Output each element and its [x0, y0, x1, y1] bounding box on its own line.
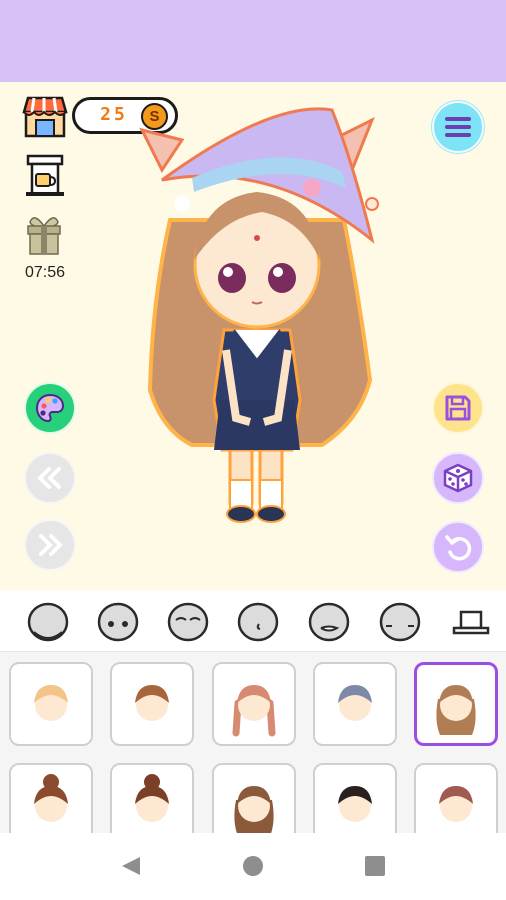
- menu-button[interactable]: [432, 101, 484, 153]
- item-tile[interactable]: [414, 763, 498, 833]
- recent-apps-icon[interactable]: [365, 856, 385, 876]
- back-icon[interactable]: [120, 855, 142, 877]
- machine-icon[interactable]: [22, 152, 68, 198]
- character-avatar: [122, 100, 392, 530]
- item-tile[interactable]: [313, 763, 397, 833]
- menu-icon: [445, 117, 471, 137]
- item-tile[interactable]: [212, 662, 296, 746]
- item-grid: [0, 652, 506, 833]
- item-tile[interactable]: [110, 763, 194, 833]
- hair-icon: [338, 786, 372, 822]
- shop-icon[interactable]: [22, 94, 68, 138]
- eyes-icon[interactable]: [94, 600, 142, 644]
- hat-icon[interactable]: [447, 600, 495, 644]
- undo-button[interactable]: [432, 521, 484, 573]
- nose-icon[interactable]: [234, 600, 282, 644]
- prev-icon: [37, 467, 61, 489]
- hair-icon: [436, 685, 476, 735]
- item-tile[interactable]: [9, 662, 93, 746]
- eyebrows-icon[interactable]: [164, 600, 212, 644]
- next-icon: [39, 534, 63, 556]
- gift-timer: 07:56: [24, 264, 66, 281]
- hair-icon: [34, 685, 68, 721]
- hair-icon: [34, 774, 68, 822]
- prev-button[interactable]: [24, 452, 76, 504]
- item-tile[interactable]: [110, 662, 194, 746]
- next-button[interactable]: [24, 519, 76, 571]
- hair-icon: [234, 786, 274, 833]
- blush-icon[interactable]: [376, 600, 424, 644]
- face-base-icon[interactable]: [24, 600, 72, 644]
- category-bar: [0, 590, 506, 652]
- hair-icon: [439, 786, 473, 822]
- save-button[interactable]: [432, 382, 484, 434]
- undo-icon: [445, 535, 472, 561]
- random-button[interactable]: [432, 452, 484, 504]
- palette-button[interactable]: [24, 382, 76, 434]
- home-icon[interactable]: [243, 856, 263, 876]
- mouth-icon[interactable]: [305, 600, 353, 644]
- item-tile[interactable]: [9, 763, 93, 833]
- item-tile[interactable]: [414, 662, 498, 746]
- header-bar: [0, 0, 506, 82]
- gift-icon[interactable]: [24, 212, 64, 256]
- hair-icon: [135, 685, 169, 721]
- save-icon: [445, 395, 471, 421]
- app-root: 25 S 07:56: [0, 0, 506, 900]
- item-tile[interactable]: [313, 662, 397, 746]
- hair-icon: [232, 685, 276, 737]
- hair-icon: [135, 774, 169, 822]
- palette-icon: [35, 393, 65, 423]
- dice-icon: [443, 463, 473, 493]
- item-tile[interactable]: [212, 763, 296, 833]
- hair-icon: [338, 685, 372, 721]
